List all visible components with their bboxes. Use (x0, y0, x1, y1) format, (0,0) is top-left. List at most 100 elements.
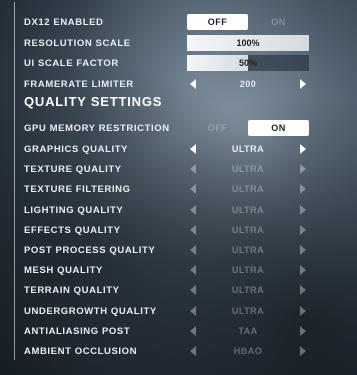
next-arrow[interactable] (297, 242, 309, 258)
chevron-left-icon (190, 144, 196, 154)
chevron-right-icon (300, 346, 306, 356)
framerate-value: 200 (239, 79, 257, 89)
gpu-memory-off-option[interactable]: OFF (187, 120, 248, 136)
ui-scale-label: UI SCALE FACTOR (24, 57, 119, 69)
framerate-next-arrow[interactable] (297, 76, 309, 92)
dx12-toggle[interactable]: OFF ON (187, 14, 309, 30)
next-arrow[interactable] (297, 181, 309, 197)
chevron-right-icon (300, 265, 306, 275)
quality-label: EFFECTS QUALITY (24, 224, 121, 236)
prev-arrow[interactable] (187, 181, 199, 197)
chevron-right-icon (300, 184, 306, 194)
prev-arrow[interactable] (187, 242, 199, 258)
quality-value: HBAO (233, 346, 263, 356)
chevron-right-icon (300, 164, 306, 174)
next-arrow[interactable] (297, 161, 309, 177)
resolution-scale-label: RESOLUTION SCALE (24, 37, 131, 49)
next-arrow[interactable] (297, 141, 309, 157)
quality-label: UNDERGROWTH QUALITY (24, 305, 157, 317)
quality-value: ULTRA (231, 265, 265, 275)
chevron-left-icon (190, 346, 196, 356)
dx12-label: DX12 ENABLED (24, 16, 104, 28)
chevron-right-icon (300, 326, 306, 336)
quality-label: MESH QUALITY (24, 264, 103, 276)
resolution-scale-value: 100% (236, 38, 260, 48)
prev-arrow[interactable] (187, 282, 199, 298)
quality-value: ULTRA (231, 144, 265, 154)
framerate-prev-arrow[interactable] (187, 76, 199, 92)
quality-label: POST PROCESS QUALITY (24, 244, 156, 256)
quality-label: LIGHTING QUALITY (24, 204, 124, 216)
quality-label: GRAPHICS QUALITY (24, 143, 129, 155)
prev-arrow[interactable] (187, 202, 199, 218)
prev-arrow[interactable] (187, 141, 199, 157)
quality-selector: ULTRA (187, 262, 309, 278)
chevron-left-icon (190, 164, 196, 174)
quality-selector: ULTRA (187, 242, 309, 258)
chevron-left-icon (190, 205, 196, 215)
quality-selector: ULTRA (187, 222, 309, 238)
chevron-right-icon (300, 245, 306, 255)
prev-arrow[interactable] (187, 222, 199, 238)
quality-value: TAA (238, 326, 258, 336)
chevron-right-icon (300, 285, 306, 295)
framerate-label: FRAMERATE LIMITER (24, 78, 134, 90)
dx12-off-option[interactable]: OFF (187, 14, 248, 30)
chevron-right-icon (300, 79, 306, 89)
quality-selector: HBAO (187, 343, 309, 359)
quality-value: ULTRA (231, 285, 265, 295)
quality-value: ULTRA (231, 225, 265, 235)
quality-selector: ULTRA (187, 282, 309, 298)
gpu-memory-label: GPU MEMORY RESTRICTION (24, 122, 170, 134)
quality-label: AMBIENT OCCLUSION (24, 345, 138, 357)
chevron-right-icon (300, 225, 306, 235)
quality-value: ULTRA (231, 245, 265, 255)
quality-value: ULTRA (231, 205, 265, 215)
chevron-left-icon (190, 225, 196, 235)
chevron-left-icon (190, 306, 196, 316)
chevron-left-icon (190, 265, 196, 275)
quality-value: ULTRA (231, 184, 265, 194)
quality-selector: ULTRA (187, 181, 309, 197)
quality-label: TEXTURE FILTERING (24, 183, 131, 195)
chevron-left-icon (190, 245, 196, 255)
quality-settings-title: QUALITY SETTINGS (24, 94, 163, 109)
prev-arrow[interactable] (187, 161, 199, 177)
next-arrow[interactable] (297, 262, 309, 278)
quality-selector: ULTRA (187, 161, 309, 177)
next-arrow[interactable] (297, 282, 309, 298)
ui-scale-slider[interactable]: 50% (187, 55, 309, 71)
quality-selector: TAA (187, 323, 309, 339)
chevron-right-icon (300, 205, 306, 215)
next-arrow[interactable] (297, 323, 309, 339)
resolution-scale-slider[interactable]: 100% (187, 35, 309, 51)
prev-arrow[interactable] (187, 303, 199, 319)
chevron-left-icon (190, 285, 196, 295)
next-arrow[interactable] (297, 202, 309, 218)
gpu-memory-toggle[interactable]: OFF ON (187, 120, 309, 136)
next-arrow[interactable] (297, 222, 309, 238)
chevron-right-icon (300, 306, 306, 316)
quality-value: ULTRA (231, 306, 265, 316)
quality-selector: ULTRA (187, 303, 309, 319)
chevron-left-icon (190, 326, 196, 336)
next-arrow[interactable] (297, 343, 309, 359)
quality-selector: ULTRA (187, 202, 309, 218)
chevron-left-icon (190, 184, 196, 194)
quality-value: ULTRA (231, 164, 265, 174)
quality-label: TEXTURE QUALITY (24, 163, 122, 175)
prev-arrow[interactable] (187, 323, 199, 339)
dx12-on-option[interactable]: ON (248, 14, 309, 30)
prev-arrow[interactable] (187, 262, 199, 278)
quality-label: ANTIALIASING POST (24, 325, 131, 337)
chevron-left-icon (190, 79, 196, 89)
quality-selector: ULTRA (187, 141, 309, 157)
chevron-right-icon (300, 144, 306, 154)
ui-scale-value: 50% (238, 58, 257, 68)
accent-line (14, 2, 15, 360)
framerate-selector: 200 (187, 76, 309, 92)
gpu-memory-on-option[interactable]: ON (248, 120, 309, 136)
quality-label: TERRAIN QUALITY (24, 284, 120, 296)
prev-arrow[interactable] (187, 343, 199, 359)
next-arrow[interactable] (297, 303, 309, 319)
